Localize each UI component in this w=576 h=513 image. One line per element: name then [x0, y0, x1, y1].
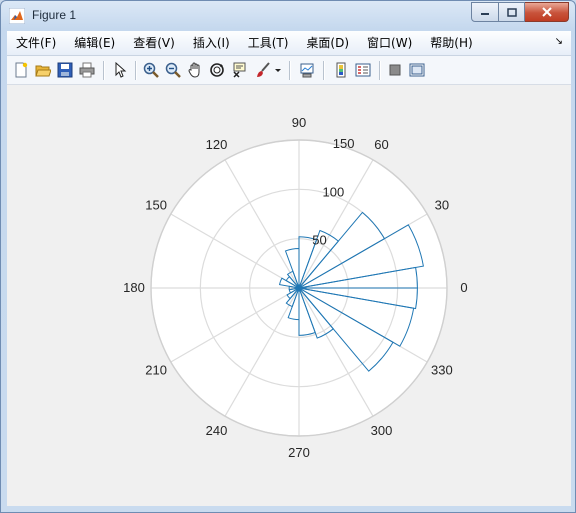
theta-tick-label: 150	[145, 198, 167, 213]
title-bar[interactable]: Figure 1	[1, 1, 575, 31]
theta-tick-label: 0	[460, 280, 467, 295]
r-tick-label: 100	[323, 184, 345, 199]
hide-plot-tools-button[interactable]	[385, 60, 405, 80]
menu-desktop[interactable]: 桌面(D)	[297, 33, 358, 53]
theta-tick-label: 330	[431, 363, 453, 378]
minimize-icon	[481, 13, 489, 15]
menu-insert[interactable]: 插入(I)	[184, 33, 239, 53]
edit-plot-button[interactable]	[110, 60, 130, 80]
toolbar-separator	[135, 61, 137, 80]
menu-help[interactable]: 帮助(H)	[421, 33, 481, 53]
r-tick-label: 150	[333, 136, 355, 151]
toolbar-separator	[103, 61, 105, 80]
theta-tick-label: 300	[371, 423, 393, 438]
close-button[interactable]	[525, 2, 569, 22]
brush-button[interactable]	[253, 60, 273, 80]
menu-file[interactable]: 文件(F)	[7, 33, 65, 53]
theta-tick-label: 90	[292, 115, 306, 130]
link-plot-button[interactable]	[297, 60, 317, 80]
toolbar-separator	[379, 61, 381, 80]
toolbar-separator	[323, 61, 325, 80]
zoom-in-button[interactable]	[141, 60, 161, 80]
figure-window: Figure 1 文件(F) 编辑(E) 查看(V) 插入(I) 工具(T) 桌…	[0, 0, 576, 513]
figure-toolbar	[7, 56, 571, 85]
matlab-icon	[9, 8, 25, 24]
colorbar-icon	[336, 62, 346, 78]
window-title: Figure 1	[32, 8, 77, 22]
theta-tick-label: 240	[206, 423, 228, 438]
new-figure-button[interactable]	[11, 60, 31, 80]
theta-tick-label: 30	[435, 198, 449, 213]
hide-plot-tools-icon	[389, 64, 401, 76]
menu-edit[interactable]: 编辑(E)	[65, 33, 124, 53]
theta-tick-label: 60	[374, 137, 388, 152]
menu-tools[interactable]: 工具(T)	[239, 33, 298, 53]
edit-plot-arrow-icon	[115, 62, 127, 78]
new-figure-icon	[15, 62, 28, 78]
insert-legend-button[interactable]	[353, 60, 373, 80]
rotate-3d-button[interactable]	[207, 60, 227, 80]
theta-tick-label: 180	[123, 280, 145, 295]
brush-dropdown-button[interactable]	[273, 60, 283, 80]
maximize-button[interactable]	[499, 2, 525, 22]
theta-tick-label: 270	[288, 445, 310, 460]
zoom-out-button[interactable]	[163, 60, 183, 80]
legend-icon	[355, 63, 371, 77]
brush-dropdown-icon	[275, 69, 281, 72]
insert-colorbar-button[interactable]	[331, 60, 351, 80]
menu-bar: 文件(F) 编辑(E) 查看(V) 插入(I) 工具(T) 桌面(D) 窗口(W…	[7, 31, 571, 56]
show-plot-tools-button[interactable]	[407, 60, 427, 80]
show-plot-tools-icon	[409, 63, 425, 77]
rotate-3d-icon	[210, 63, 224, 77]
close-icon	[541, 7, 552, 17]
brush-icon	[257, 62, 270, 77]
open-file-button[interactable]	[33, 60, 53, 80]
minimize-button[interactable]	[471, 2, 499, 22]
r-tick-label: 50	[312, 233, 326, 248]
theta-tick-label: 210	[145, 363, 167, 378]
menu-view[interactable]: 查看(V)	[124, 33, 184, 53]
polar-axes[interactable]: 0 30 60 90 120 150 180 210 240 270 300 330 50 100 150	[7, 85, 571, 506]
open-file-icon	[35, 65, 51, 77]
menu-arrow-icon[interactable]: ↘	[555, 36, 563, 47]
zoom-out-icon	[165, 62, 181, 78]
toolbar-separator	[289, 61, 291, 80]
theta-tick-label: 120	[206, 137, 228, 152]
link-plot-icon	[300, 63, 314, 78]
maximize-icon	[506, 7, 517, 17]
pan-button[interactable]	[185, 60, 205, 80]
menu-window[interactable]: 窗口(W)	[358, 33, 421, 53]
print-button[interactable]	[77, 60, 97, 80]
data-cursor-button[interactable]	[229, 60, 249, 80]
data-cursor-icon	[233, 62, 246, 78]
zoom-in-icon	[143, 62, 159, 78]
save-button[interactable]	[55, 60, 75, 80]
print-icon	[79, 62, 95, 78]
figure-canvas: 0 30 60 90 120 150 180 210 240 270 300 330 50 100 150	[7, 85, 571, 506]
pan-hand-icon	[188, 62, 200, 78]
save-icon	[57, 62, 73, 78]
